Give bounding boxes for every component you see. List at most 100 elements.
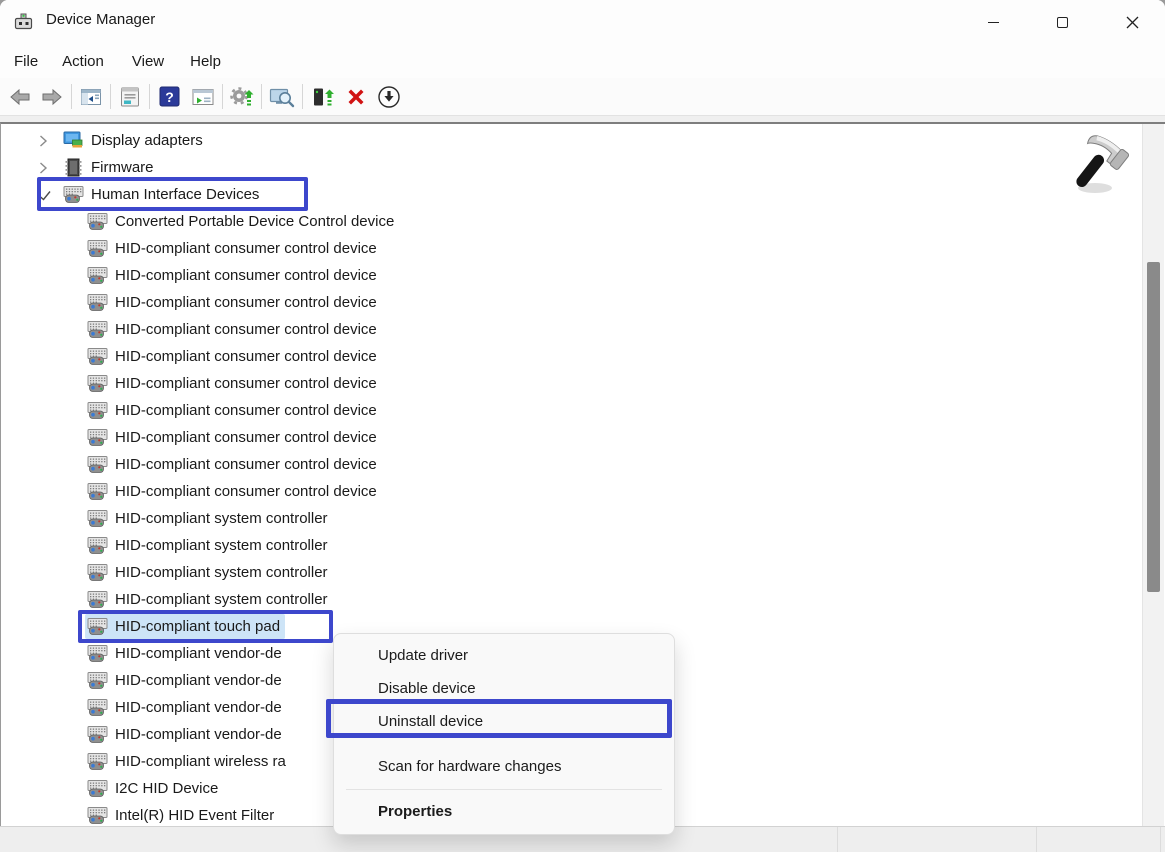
tree-item-hid-compliant-system-controller[interactable]: HID-compliant system controller [1, 586, 1139, 613]
tree-item-content[interactable]: HID-compliant system controller [85, 533, 333, 558]
firmware-icon [63, 157, 84, 178]
toolbar-separator [302, 84, 303, 109]
svg-text:?: ? [165, 89, 174, 105]
close-button[interactable] [1109, 2, 1155, 42]
tree-item-converted-portable-device-control-device[interactable]: Converted Portable Device Control device [1, 208, 1139, 235]
context-menu-item-update-driver[interactable]: Update driver [334, 639, 674, 672]
disable-device-button[interactable] [372, 81, 406, 113]
tree-item-content[interactable]: HID-compliant vendor-de [85, 641, 287, 666]
hid-icon [87, 751, 108, 772]
scan-for-hardware-changes-button[interactable] [226, 81, 258, 113]
help-button[interactable]: ? [153, 81, 185, 113]
chevron-expanded-icon[interactable] [35, 189, 61, 201]
scrollbar-thumb[interactable] [1147, 262, 1160, 592]
tree-item-label: HID-compliant touch pad [115, 618, 280, 635]
show-console-tree-button[interactable] [75, 81, 107, 113]
tree-item-content[interactable]: HID-compliant consumer control device [85, 344, 382, 369]
tree-item-content[interactable]: HID-compliant consumer control device [85, 398, 382, 423]
tree-item-label: HID-compliant vendor-de [115, 645, 282, 662]
menu-view[interactable]: View [132, 49, 164, 74]
tree-item-content[interactable]: HID-compliant system controller [85, 560, 333, 585]
export-list-button[interactable] [185, 81, 219, 113]
tree-item-content[interactable]: HID-compliant wireless ra [85, 749, 291, 774]
maximize-button[interactable] [1039, 2, 1085, 42]
tree-item-content[interactable]: HID-compliant vendor-de [85, 722, 287, 747]
tree-item-label: HID-compliant consumer control device [115, 240, 377, 257]
tree-item-display-adapters[interactable]: Display adapters [1, 127, 1139, 154]
minimize-button[interactable] [970, 2, 1016, 42]
tree-item-content[interactable]: HID-compliant touch pad [85, 614, 285, 639]
back-button[interactable] [4, 81, 36, 113]
context-menu-item-scan-for-hardware-changes[interactable]: Scan for hardware changes [334, 750, 674, 783]
toolbar-separator [110, 84, 111, 109]
properties-icon [118, 85, 142, 109]
hid-icon [63, 184, 84, 205]
tree-item-hid-compliant-consumer-control-device[interactable]: HID-compliant consumer control device [1, 424, 1139, 451]
uninstall-device-button[interactable] [340, 81, 372, 113]
tree-item-content[interactable]: HID-compliant consumer control device [85, 425, 382, 450]
chevron-collapsed-icon[interactable] [35, 161, 61, 175]
vertical-scrollbar[interactable] [1142, 124, 1164, 826]
tree-item-content[interactable]: HID-compliant vendor-de [85, 695, 287, 720]
toolbar-separator [222, 84, 223, 109]
tree-item-content[interactable]: HID-compliant consumer control device [85, 452, 382, 477]
tree-item-hid-compliant-system-controller[interactable]: HID-compliant system controller [1, 559, 1139, 586]
hid-icon [87, 211, 108, 232]
toolbar-separator [71, 84, 72, 109]
tree-item-human-interface-devices[interactable]: Human Interface Devices [1, 181, 1139, 208]
context-menu: Update driverDisable deviceUninstall dev… [333, 633, 675, 835]
device-manager-window: Device Manager File Action View Help [0, 0, 1165, 852]
tree-item-hid-compliant-consumer-control-device[interactable]: HID-compliant consumer control device [1, 451, 1139, 478]
hid-icon [87, 697, 108, 718]
close-icon [1126, 16, 1139, 29]
tree-item-hid-compliant-consumer-control-device[interactable]: HID-compliant consumer control device [1, 397, 1139, 424]
tree-item-hid-compliant-consumer-control-device[interactable]: HID-compliant consumer control device [1, 343, 1139, 370]
menu-help[interactable]: Help [190, 49, 221, 74]
hid-icon [87, 535, 108, 556]
tree-item-content[interactable]: HID-compliant consumer control device [85, 263, 382, 288]
tree-item-content[interactable]: HID-compliant consumer control device [85, 290, 382, 315]
tree-item-hid-compliant-consumer-control-device[interactable]: HID-compliant consumer control device [1, 316, 1139, 343]
tree-item-content[interactable]: HID-compliant vendor-de [85, 668, 287, 693]
menu-action[interactable]: Action [62, 49, 104, 74]
tree-item-content[interactable]: HID-compliant consumer control device [85, 371, 382, 396]
tree-item-content[interactable]: HID-compliant consumer control device [85, 317, 382, 342]
properties-button[interactable] [114, 81, 146, 113]
tree-item-content[interactable]: HID-compliant consumer control device [85, 479, 382, 504]
tree-item-firmware[interactable]: Firmware [1, 154, 1139, 181]
tree-item-label: Human Interface Devices [91, 186, 259, 203]
tree-item-content[interactable]: Display adapters [61, 128, 208, 153]
forward-button[interactable] [36, 81, 68, 113]
tree-item-content[interactable]: Converted Portable Device Control device [85, 209, 399, 234]
update-driver-button[interactable] [306, 81, 340, 113]
tree-item-hid-compliant-consumer-control-device[interactable]: HID-compliant consumer control device [1, 478, 1139, 505]
tree-item-content[interactable]: HID-compliant system controller [85, 587, 333, 612]
chevron-collapsed-icon[interactable] [35, 134, 61, 148]
tree-item-content[interactable]: HID-compliant system controller [85, 506, 333, 531]
tree-item-label: Converted Portable Device Control device [115, 213, 394, 230]
tree-item-hid-compliant-system-controller[interactable]: HID-compliant system controller [1, 532, 1139, 559]
tree-item-label: HID-compliant system controller [115, 564, 328, 581]
tree-item-hid-compliant-consumer-control-device[interactable]: HID-compliant consumer control device [1, 262, 1139, 289]
hid-icon [87, 373, 108, 394]
menu-file[interactable]: File [14, 49, 38, 74]
tree-item-content[interactable]: Intel(R) HID Event Filter [85, 803, 279, 826]
context-menu-item-uninstall-device[interactable]: Uninstall device [334, 705, 674, 738]
tree-item-hid-compliant-consumer-control-device[interactable]: HID-compliant consumer control device [1, 289, 1139, 316]
tree-item-hid-compliant-consumer-control-device[interactable]: HID-compliant consumer control device [1, 235, 1139, 262]
tree-item-hid-compliant-system-controller[interactable]: HID-compliant system controller [1, 505, 1139, 532]
tree-item-content[interactable]: Human Interface Devices [61, 182, 264, 207]
show-console-tree-icon [79, 85, 103, 109]
tree-item-content[interactable]: HID-compliant consumer control device [85, 236, 382, 261]
hid-icon [87, 481, 108, 502]
tree-item-content[interactable]: I2C HID Device [85, 776, 223, 801]
hid-icon [87, 292, 108, 313]
tree-item-label: HID-compliant vendor-de [115, 726, 282, 743]
tree-item-hid-compliant-consumer-control-device[interactable]: HID-compliant consumer control device [1, 370, 1139, 397]
context-menu-item-disable-device[interactable]: Disable device [334, 672, 674, 705]
tree-item-label: HID-compliant system controller [115, 510, 328, 527]
tree-item-content[interactable]: Firmware [61, 155, 159, 180]
remote-desktop-search-button[interactable] [265, 81, 299, 113]
tree-item-label: HID-compliant wireless ra [115, 753, 286, 770]
context-menu-item-properties[interactable]: Properties [334, 795, 674, 828]
